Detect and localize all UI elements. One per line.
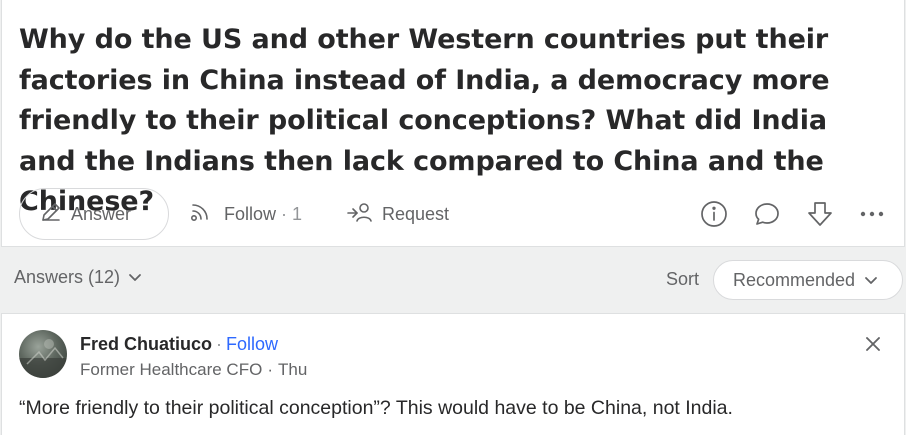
- follow-signal-icon: [188, 200, 214, 229]
- more-icon[interactable]: [857, 199, 887, 229]
- request-user-icon: [346, 200, 374, 229]
- follow-label: Follow: [224, 203, 277, 224]
- follow-separator: ·: [281, 203, 288, 224]
- sort-select[interactable]: Recommended: [713, 260, 903, 300]
- author-row: Fred Chuatiuco · Follow: [80, 334, 278, 355]
- answer-card: Fred Chuatiuco · Follow Former Healthcar…: [1, 313, 905, 435]
- answers-count-dropdown[interactable]: Answers (12): [14, 267, 142, 288]
- answers-count-label: Answers (12): [14, 267, 121, 287]
- comment-icon[interactable]: [752, 199, 782, 229]
- answers-toolbar: Answers (12) Sort Recommended: [0, 248, 906, 312]
- request-label: Request: [382, 203, 450, 224]
- chevron-down-icon: [864, 270, 878, 291]
- answer-button[interactable]: Answer: [19, 188, 169, 240]
- follow-question-button[interactable]: Follow · 1: [188, 188, 302, 240]
- author-name[interactable]: Fred Chuatiuco: [80, 334, 212, 355]
- answer-text: “More friendly to their political concep…: [19, 397, 733, 419]
- chevron-down-icon: [128, 267, 142, 288]
- downvote-icon[interactable]: [805, 199, 835, 229]
- answer-date[interactable]: Thu: [278, 360, 307, 380]
- request-button[interactable]: Request: [346, 188, 449, 240]
- author-credential-row: Former Healthcare CFO · Thu: [80, 360, 307, 380]
- author-credential[interactable]: Former Healthcare CFO: [80, 360, 262, 380]
- author-separator: ·: [216, 334, 223, 354]
- sort-value: Recommended: [733, 269, 856, 290]
- question-actions: Answer Follow · 1 Request: [2, 188, 906, 240]
- sort-label: Sort: [666, 269, 700, 289]
- date-separator: ·: [267, 360, 273, 379]
- pencil-icon: [39, 200, 63, 229]
- info-icon[interactable]: [699, 199, 729, 229]
- question-card: Why do the US and other Western countrie…: [1, 0, 905, 247]
- answer-label: Answer: [71, 203, 132, 224]
- close-icon[interactable]: [860, 331, 886, 357]
- follow-count: 1: [292, 203, 303, 224]
- avatar[interactable]: [19, 330, 67, 378]
- follow-author-link[interactable]: Follow: [226, 334, 278, 355]
